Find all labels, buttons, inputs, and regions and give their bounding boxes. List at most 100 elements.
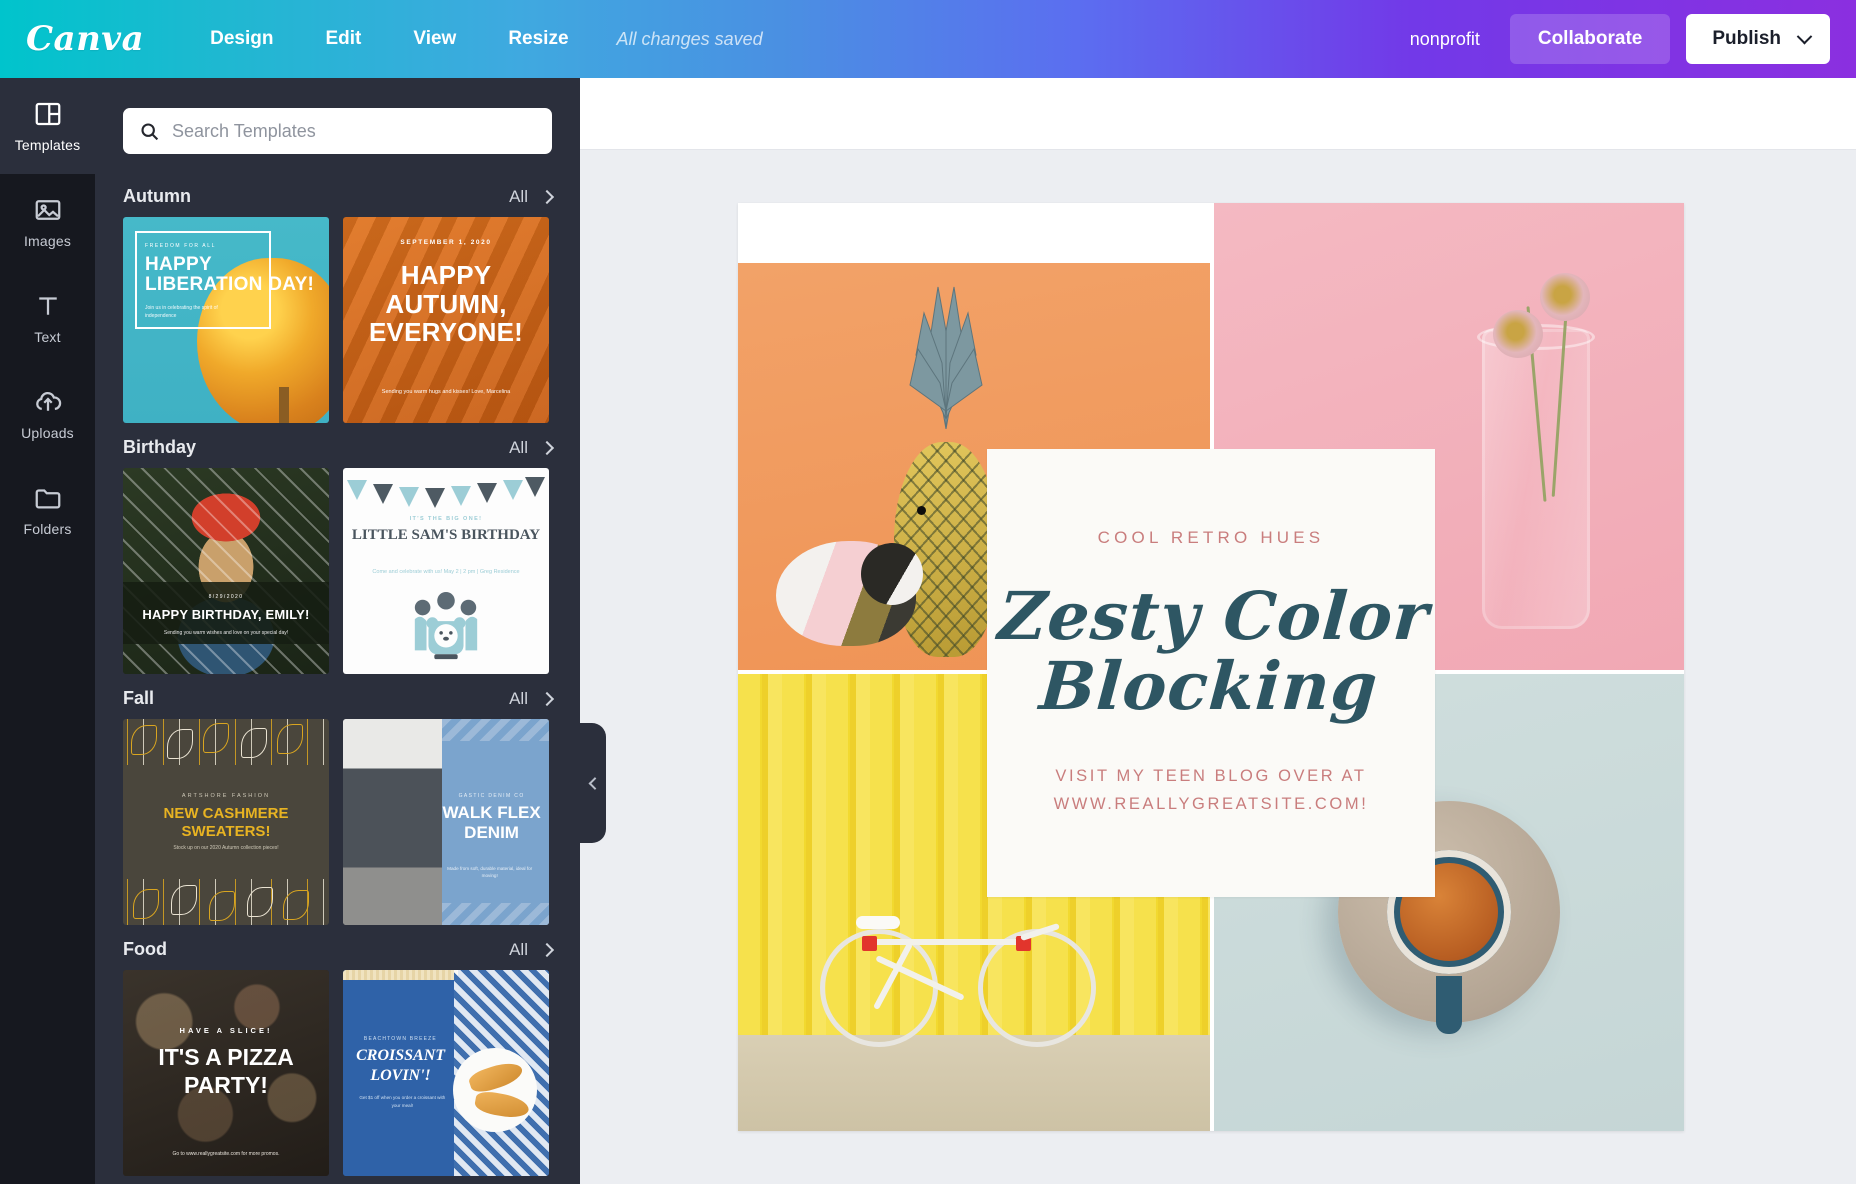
category-header-food: Food All [95, 925, 580, 970]
chevron-right-icon [539, 189, 555, 204]
bicycle-red-accent [862, 936, 877, 951]
template-kicker: FREEDOM FOR ALL [145, 243, 216, 249]
design-canvas[interactable]: COOL RETRO HUES Zesty Color Blocking VIS… [738, 203, 1684, 1131]
bunting-flags [343, 474, 549, 508]
chevron-down-icon [1796, 28, 1813, 44]
glass-jar [1482, 329, 1590, 630]
category-header-fall: Fall All [95, 674, 580, 719]
template-sub: Join us in celebrating the spirit of ind… [145, 305, 218, 319]
text-card-title-line-2: Blocking [1036, 646, 1381, 725]
template-headline: IT'S A PIZZA PARTY! [158, 1044, 294, 1098]
text-card-title: Zesty Color Blocking [991, 576, 1432, 725]
tree-trunk [279, 387, 289, 423]
top-bar: Canva Design Edit View Resize All change… [0, 0, 1856, 78]
category-all-link-fall[interactable]: All [509, 689, 555, 709]
menu-item-view[interactable]: View [387, 18, 482, 60]
templates-scroll-area[interactable]: Autumn All FREEDOM FOR ALL HAPPY LIBERAT… [95, 78, 580, 1184]
chevron-right-icon [539, 942, 555, 957]
category-header-birthday: Birthday All [95, 423, 580, 468]
category-all-link-autumn[interactable]: All [509, 186, 555, 207]
canva-editor: Canva Design Edit View Resize All change… [0, 0, 1856, 1184]
text-card-title-line-1: Zesty Color [995, 576, 1432, 655]
template-row-birthday: 8/29/2020 HAPPY BIRTHDAY, EMILY! Sending… [95, 468, 580, 674]
save-status: All changes saved [616, 28, 763, 49]
search-input[interactable] [172, 120, 536, 142]
canvas-stage[interactable]: COOL RETRO HUES Zesty Color Blocking VIS… [580, 78, 1856, 1184]
sidebar-item-text[interactable]: Text [0, 270, 95, 366]
sidebar-item-images[interactable]: Images [0, 174, 95, 270]
template-thumb-its-a-pizza-party[interactable]: HAVE A SLICE! IT'S A PIZZA PARTY! Go to … [123, 970, 329, 1176]
template-thumb-croissant-lovin[interactable]: BEACHTOWN BREEZE CROISSANT LOVIN'! Get $… [343, 970, 549, 1176]
publish-label: Publish [1712, 28, 1781, 49]
template-thumb-little-sams-birthday[interactable]: IT'S THE BIG ONE! LITTLE SAM'S BIRTHDAY … [343, 468, 549, 674]
guinea-pig-head [860, 542, 923, 605]
category-all-link-birthday[interactable]: All [509, 437, 555, 458]
text-card-kicker: COOL RETRO HUES [1097, 527, 1325, 547]
sidebar-item-folders[interactable]: Folders [0, 462, 95, 558]
collaborate-button[interactable]: Collaborate [1509, 14, 1671, 64]
category-title-birthday: Birthday [123, 437, 197, 457]
template-date: SEPTEMBER 1, 2020 [400, 239, 492, 246]
text-icon [38, 297, 57, 315]
template-sub: Go to www.reallygreatsite.com for more p… [172, 1150, 280, 1157]
bicycle-front-wheel [978, 929, 1096, 1047]
text-card-footer-line-1: VISIT MY TEEN BLOG OVER AT [1055, 766, 1367, 785]
editor-body: Templates Images Text Uploads Folders Se… [0, 78, 1856, 1184]
search-box[interactable] [123, 108, 552, 154]
search-section [95, 78, 580, 172]
menu-item-design[interactable]: Design [184, 18, 299, 60]
sidebar-label-text: Text [34, 329, 61, 345]
dried-flower-bloom [1540, 273, 1590, 322]
template-headline: HAPPY AUTUMN, EVERYONE! [369, 260, 523, 348]
template-sub: Come and celebrate with us! May 2 | 2 pm… [372, 569, 520, 575]
text-card-footer: VISIT MY TEEN BLOG OVER AT WWW.REALLYGRE… [1054, 762, 1369, 819]
chevron-left-icon [588, 776, 601, 790]
all-label-food: All [509, 939, 528, 959]
cup-handle [1436, 975, 1462, 1034]
uploads-icon [35, 391, 61, 411]
menu-item-resize[interactable]: Resize [482, 18, 594, 60]
sidebar-item-templates[interactable]: Templates [0, 78, 95, 174]
template-headline: HAPPY BIRTHDAY, EMILY! [142, 607, 310, 622]
all-label-birthday: All [509, 437, 528, 457]
left-rail: Templates Images Text Uploads Folders [0, 78, 95, 1184]
template-sub: Stock up on our 2020 Autumn collection p… [173, 845, 279, 851]
text-card[interactable]: COOL RETRO HUES Zesty Color Blocking VIS… [987, 449, 1435, 897]
chevron-right-icon [539, 440, 555, 455]
zigzag-top [441, 719, 549, 741]
category-header-autumn: Autumn All [95, 172, 580, 217]
panel-collapse-handle[interactable] [580, 723, 606, 843]
template-thumb-walk-flex-denim[interactable]: GASTIC DENIM CO WALK FLEX DENIM Made fro… [343, 719, 549, 925]
template-row-food: HAVE A SLICE! IT'S A PIZZA PARTY! Go to … [95, 970, 580, 1176]
canva-logo[interactable]: Canva [26, 19, 144, 59]
templates-panel: Autumn All FREEDOM FOR ALL HAPPY LIBERAT… [95, 78, 580, 1184]
images-icon [35, 200, 60, 220]
template-headline: WALK FLEX DENIM [442, 803, 541, 842]
template-kicker: HAVE A SLICE! [179, 1026, 273, 1035]
top-bar-right: nonprofit Collaborate Publish [1388, 14, 1856, 64]
template-thumb-new-cashmere-sweaters[interactable]: ARTSHORE FASHION NEW CASHMERE SWEATERS! … [123, 719, 329, 925]
sidebar-item-uploads[interactable]: Uploads [0, 366, 95, 462]
zigzag-bottom [441, 903, 549, 925]
menu-item-edit[interactable]: Edit [299, 18, 387, 60]
category-all-link-food[interactable]: All [509, 939, 555, 960]
account-name[interactable]: nonprofit [1388, 19, 1502, 60]
template-sub: Made from soft, durable material, ideal … [447, 866, 533, 879]
canvas-toolbar [580, 78, 1856, 150]
template-headline: CROISSANT LOVIN'! [356, 1047, 446, 1084]
template-kicker: BEACHTOWN BREEZE [363, 1036, 437, 1042]
template-headline: HAPPY LIBERATION DAY! [145, 254, 315, 296]
template-thumb-happy-autumn-everyone[interactable]: SEPTEMBER 1, 2020 HAPPY AUTUMN, EVERYONE… [343, 217, 549, 423]
all-label-autumn: All [509, 186, 528, 206]
sidebar-label-folders: Folders [23, 521, 72, 537]
template-thumb-happy-liberation-day[interactable]: FREEDOM FOR ALL HAPPY LIBERATION DAY! Jo… [123, 217, 329, 423]
template-thumb-happy-birthday-emily[interactable]: 8/29/2020 HAPPY BIRTHDAY, EMILY! Sending… [123, 468, 329, 674]
bear-illustration [414, 591, 478, 660]
publish-button[interactable]: Publish [1686, 14, 1830, 64]
pineapple-leaves [909, 287, 983, 430]
sidebar-label-templates: Templates [14, 137, 81, 153]
template-headline: LITTLE SAM'S BIRTHDAY [351, 527, 541, 543]
chevron-right-icon [539, 691, 555, 706]
sidebar-label-uploads: Uploads [21, 425, 74, 441]
top-strip [343, 970, 459, 980]
